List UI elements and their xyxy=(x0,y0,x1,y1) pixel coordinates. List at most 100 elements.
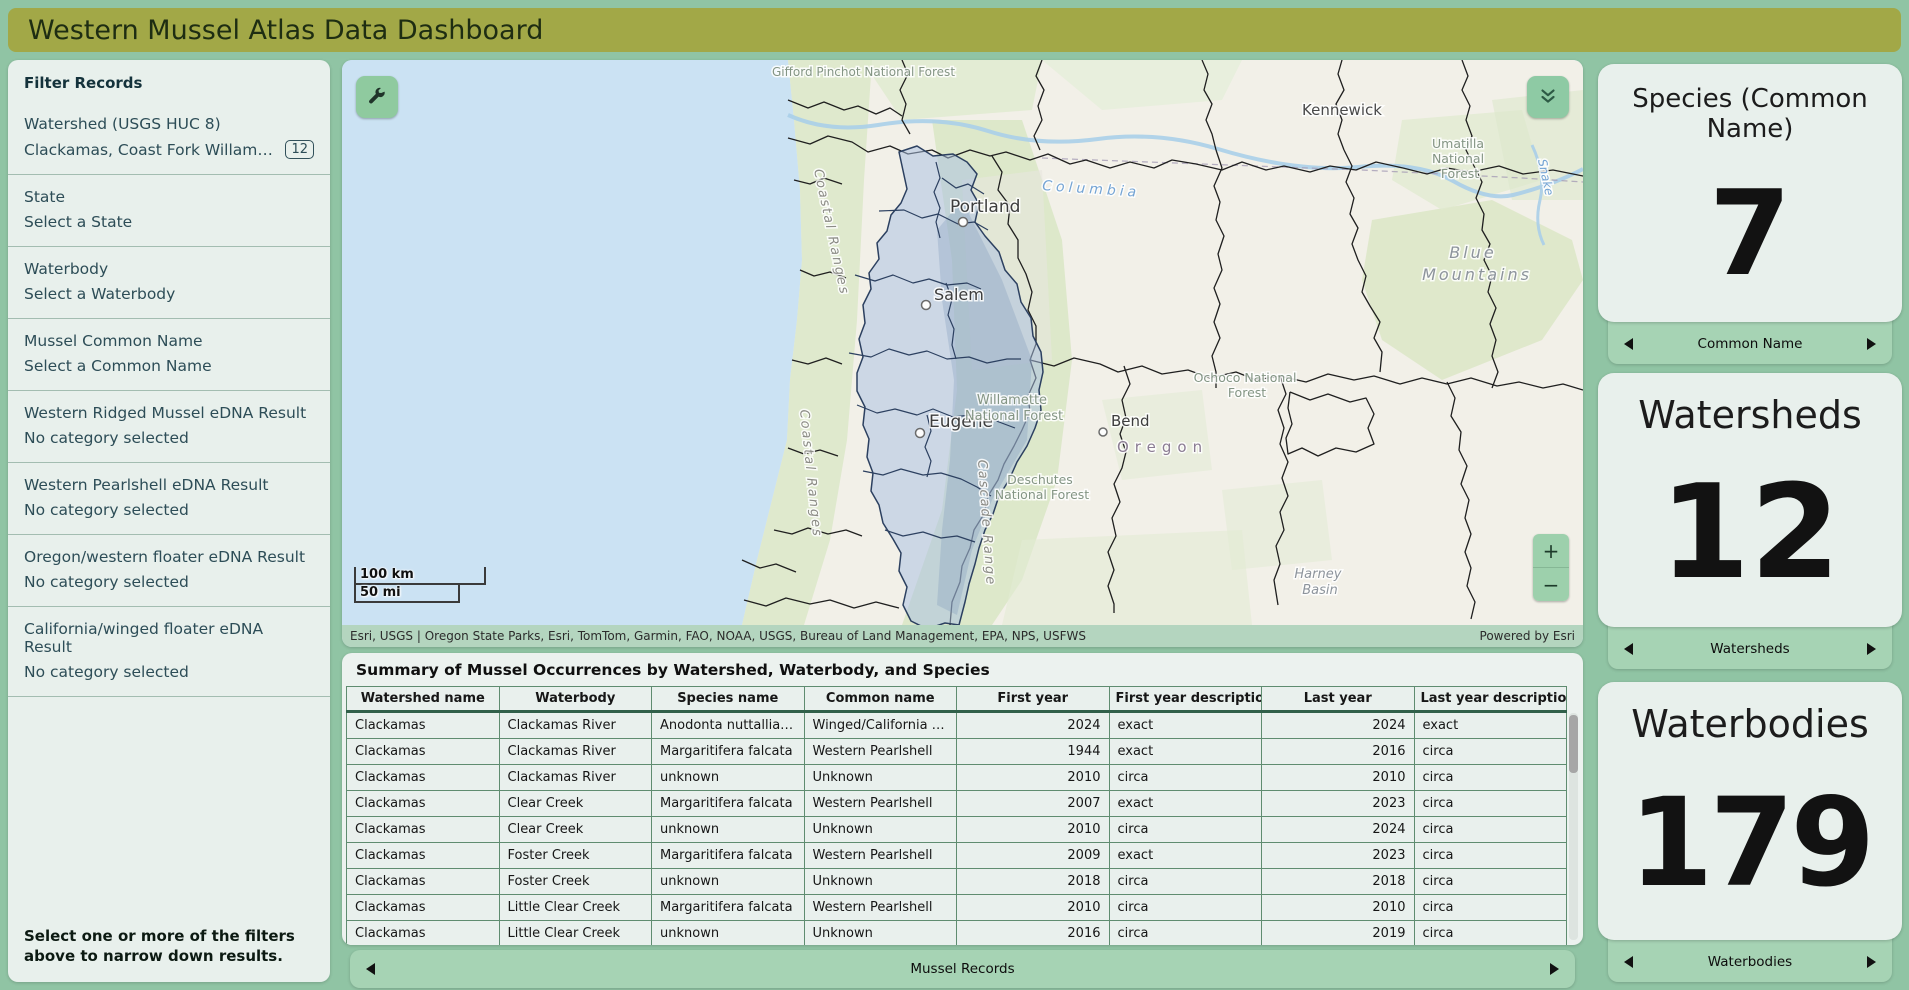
pager-prev-icon[interactable] xyxy=(1624,338,1633,350)
map-canvas[interactable]: Portland Salem Eugene Bend Kennewick Ore… xyxy=(342,60,1583,625)
pager-next-icon[interactable] xyxy=(1550,963,1559,975)
column-header[interactable]: Last year description xyxy=(1414,687,1567,712)
column-header[interactable]: Watershed name xyxy=(347,687,500,712)
mussel-records-pager: Mussel Records xyxy=(350,950,1575,988)
filter-value: No category selected xyxy=(24,663,189,681)
filter-common-name[interactable]: Mussel Common Name Select a Common Name xyxy=(8,319,330,391)
page-title: Western Mussel Atlas Data Dashboard xyxy=(28,15,543,46)
forest-label-deschutes: Deschutes National Forest xyxy=(995,472,1090,502)
stat-group-waterbodies: Waterbodies 179 Waterbodies xyxy=(1598,682,1902,982)
city-label-salem: Salem xyxy=(934,285,984,304)
zoom-out-button[interactable]: − xyxy=(1533,567,1569,601)
filter-value: Select a State xyxy=(24,213,132,231)
pager-next-icon[interactable] xyxy=(1867,338,1876,350)
filter-value: No category selected xyxy=(24,573,189,591)
map-collapse-button[interactable] xyxy=(1527,76,1569,118)
stat-title: Watersheds xyxy=(1638,393,1862,437)
forest-label-gifford: Gifford Pinchot National Forest xyxy=(772,65,955,79)
filter-label: Watershed (USGS HUC 8) xyxy=(24,115,314,133)
summary-table-card: Summary of Mussel Occurrences by Watersh… xyxy=(342,653,1583,945)
filter-label: Mussel Common Name xyxy=(24,332,314,350)
state-label-oregon: Oregon xyxy=(1117,438,1208,456)
map-attribution: Esri, USGS | Oregon State Parks, Esri, T… xyxy=(342,625,1583,647)
pager-label: Waterbodies xyxy=(1608,954,1892,970)
filter-label: Western Pearlshell eDNA Result xyxy=(24,476,314,494)
column-header[interactable]: First year description xyxy=(1109,687,1262,712)
table-scrollbar[interactable] xyxy=(1569,713,1578,940)
pager-prev-icon[interactable] xyxy=(1624,643,1633,655)
app-header: Western Mussel Atlas Data Dashboard xyxy=(8,8,1901,52)
column-header[interactable]: Common name xyxy=(804,687,957,712)
waterbodies-stat-card: Waterbodies 179 xyxy=(1598,682,1902,940)
wrench-icon xyxy=(366,86,388,108)
filter-watershed[interactable]: Watershed (USGS HUC 8) Clackamas, Coast … xyxy=(8,102,330,175)
filter-panel-title: Filter Records xyxy=(8,72,330,102)
filter-helper-text: Select one or more of the filters above … xyxy=(24,926,314,967)
scale-km: 100 km xyxy=(356,567,486,585)
watersheds-stat-card: Watersheds 12 xyxy=(1598,373,1902,627)
mussel-occurrences-table: Watershed name Waterbody Species name Co… xyxy=(346,686,1567,945)
filter-label: California/winged floater eDNA Result xyxy=(24,620,314,656)
filter-panel: Filter Records Watershed (USGS HUC 8) Cl… xyxy=(8,60,330,982)
filter-western-ridged-edna[interactable]: Western Ridged Mussel eDNA Result No cat… xyxy=(8,391,330,463)
filter-waterbody[interactable]: Waterbody Select a Waterbody xyxy=(8,247,330,319)
filter-oregon-floater-edna[interactable]: Oregon/western floater eDNA Result No ca… xyxy=(8,535,330,607)
filter-label: Waterbody xyxy=(24,260,314,278)
stat-group-species: Species (Common Name) 7 Common Name xyxy=(1598,64,1902,364)
stat-title: Species (Common Name) xyxy=(1598,84,1902,144)
table-row[interactable]: ClackamasFoster CreekMargaritifera falca… xyxy=(347,843,1567,869)
powered-by-esri-link[interactable]: Powered by Esri xyxy=(1480,629,1575,643)
pager-next-icon[interactable] xyxy=(1867,956,1876,968)
table-row[interactable]: ClackamasClear CreekMargaritifera falcat… xyxy=(347,791,1567,817)
map-tools-button[interactable] xyxy=(356,76,398,118)
filter-value: Clackamas, Coast Fork Willamette… xyxy=(24,141,277,159)
filter-value: Select a Waterbody xyxy=(24,285,175,303)
table-row[interactable]: ClackamasFoster CreekunknownUnknown2018c… xyxy=(347,869,1567,895)
column-header[interactable]: Species name xyxy=(652,687,805,712)
species-stat-card: Species (Common Name) 7 xyxy=(1598,64,1902,322)
column-header[interactable]: Last year xyxy=(1262,687,1415,712)
forest-label-willamette: Willamette National Forest xyxy=(965,393,1063,424)
filter-value: Select a Common Name xyxy=(24,357,212,375)
filter-value: No category selected xyxy=(24,501,189,519)
filter-label: State xyxy=(24,188,314,206)
table-scrollbar-thumb[interactable] xyxy=(1569,715,1578,773)
pager-label: Common Name xyxy=(1608,336,1892,352)
stat-group-watersheds: Watersheds 12 Watersheds xyxy=(1598,373,1902,669)
city-label-bend: Bend xyxy=(1111,412,1150,430)
zoom-in-button[interactable]: + xyxy=(1533,534,1569,567)
pager-prev-icon[interactable] xyxy=(1624,956,1633,968)
table-row[interactable]: ClackamasLittle Clear CreekunknownUnknow… xyxy=(347,921,1567,946)
selection-count-badge: 12 xyxy=(285,140,314,159)
filter-label: Western Ridged Mussel eDNA Result xyxy=(24,404,314,422)
stat-value: 12 xyxy=(1660,437,1841,627)
filter-california-floater-edna[interactable]: California/winged floater eDNA Result No… xyxy=(8,607,330,697)
double-chevron-down-icon xyxy=(1537,86,1559,108)
table-header-row: Watershed name Waterbody Species name Co… xyxy=(347,687,1567,712)
column-header[interactable]: Waterbody xyxy=(499,687,652,712)
table-row[interactable]: ClackamasClackamas RiverunknownUnknown20… xyxy=(347,765,1567,791)
stat-value: 7 xyxy=(1709,144,1791,322)
column-header[interactable]: First year xyxy=(957,687,1110,712)
pager-label: Mussel Records xyxy=(350,961,1575,977)
city-label-portland: Portland xyxy=(950,197,1020,217)
table-row[interactable]: ClackamasClear CreekunknownUnknown2010ci… xyxy=(347,817,1567,843)
map-zoom-controls: + − xyxy=(1533,534,1569,601)
pager-next-icon[interactable] xyxy=(1867,643,1876,655)
filter-western-pearlshell-edna[interactable]: Western Pearlshell eDNA Result No catego… xyxy=(8,463,330,535)
stat-value: 179 xyxy=(1629,746,1872,940)
scale-mi: 50 mi xyxy=(356,585,460,603)
pager-prev-icon[interactable] xyxy=(366,963,375,975)
city-label-kennewick: Kennewick xyxy=(1302,101,1382,119)
table-row[interactable]: ClackamasClackamas RiverAnodonta nuttall… xyxy=(347,712,1567,739)
pager-label: Watersheds xyxy=(1608,641,1892,657)
filter-state[interactable]: State Select a State xyxy=(8,175,330,247)
map-card: Portland Salem Eugene Bend Kennewick Ore… xyxy=(342,60,1583,647)
filter-label: Oregon/western floater eDNA Result xyxy=(24,548,314,566)
map-scale-bar: 100 km 50 mi xyxy=(354,567,486,603)
table-row[interactable]: ClackamasLittle Clear CreekMargaritifera… xyxy=(347,895,1567,921)
table-title: Summary of Mussel Occurrences by Watersh… xyxy=(342,653,1583,686)
stat-title: Waterbodies xyxy=(1631,702,1869,746)
table-row[interactable]: ClackamasClackamas RiverMargaritifera fa… xyxy=(347,739,1567,765)
attribution-text: Esri, USGS | Oregon State Parks, Esri, T… xyxy=(350,629,1086,643)
